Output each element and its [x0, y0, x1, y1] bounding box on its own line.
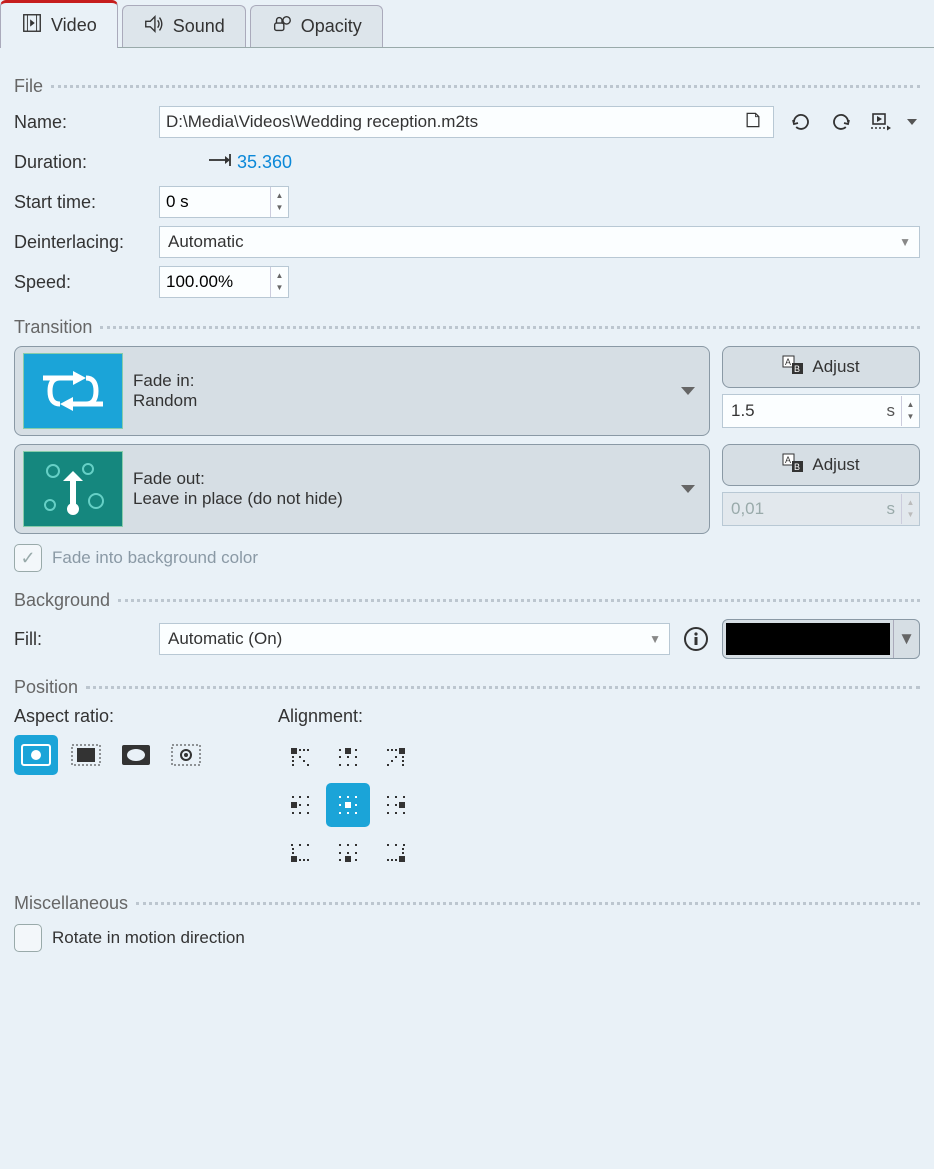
align-center[interactable]	[326, 783, 370, 827]
tab-opacity[interactable]: Opacity	[250, 5, 383, 47]
svg-text:A: A	[785, 455, 791, 465]
start-time-input[interactable]: ▲ ▼	[159, 186, 289, 218]
alignment-grid	[278, 735, 418, 875]
section-misc: Miscellaneous	[14, 893, 920, 914]
fade-out-time-input: 0,01 s ▲ ▼	[722, 492, 920, 526]
section-transition: Transition	[14, 317, 920, 338]
rotate-motion-checkbox[interactable]	[14, 924, 42, 952]
aspect-keep-button[interactable]	[14, 735, 58, 775]
tab-sound-label: Sound	[173, 16, 225, 37]
tab-sound[interactable]: Sound	[122, 5, 246, 47]
browse-file-icon[interactable]	[739, 110, 767, 135]
label-aspect: Aspect ratio:	[14, 706, 208, 727]
label-name: Name:	[14, 112, 159, 133]
align-bottom-center[interactable]	[326, 831, 370, 875]
color-dropdown-caret[interactable]: ▼	[893, 620, 919, 658]
play-range-menu-caret[interactable]	[904, 105, 920, 139]
fade-out-label: Fade out:	[133, 469, 681, 489]
duration-value[interactable]: 35.360	[237, 152, 292, 173]
section-background: Background	[14, 590, 920, 611]
background-color-picker[interactable]: ▼	[722, 619, 920, 659]
start-time-up[interactable]: ▲	[276, 190, 284, 202]
aspect-crop-button[interactable]	[64, 735, 108, 775]
chevron-down-icon	[681, 479, 695, 499]
align-top-center[interactable]	[326, 735, 370, 779]
align-mid-right[interactable]	[374, 783, 418, 827]
align-top-left[interactable]	[278, 735, 322, 779]
video-film-icon	[21, 12, 43, 39]
fill-select[interactable]: Automatic (On) ▼	[159, 623, 670, 655]
fade-out-thumbnail	[23, 451, 123, 527]
tab-video-label: Video	[51, 15, 97, 36]
aspect-stretch-button[interactable]	[114, 735, 158, 775]
fade-in-time-up[interactable]: ▲	[907, 399, 915, 411]
rotate-ccw-button[interactable]	[784, 105, 818, 139]
speaker-icon	[143, 13, 165, 40]
chevron-down-icon	[681, 381, 695, 401]
rotate-motion-label: Rotate in motion direction	[52, 928, 245, 948]
info-icon[interactable]	[680, 623, 712, 655]
tab-bar: Video Sound Opacity	[0, 0, 934, 48]
fade-out-selector[interactable]: Fade out: Leave in place (do not hide)	[14, 444, 710, 534]
duration-marker-icon	[209, 152, 231, 173]
adjust-ab-icon: AB	[782, 355, 804, 380]
svg-text:A: A	[785, 357, 791, 367]
align-bottom-left[interactable]	[278, 831, 322, 875]
label-fill: Fill:	[14, 629, 159, 650]
section-position: Position	[14, 677, 920, 698]
tab-video[interactable]: Video	[0, 0, 118, 48]
align-top-right[interactable]	[374, 735, 418, 779]
play-range-button[interactable]	[864, 105, 898, 139]
fade-bg-label: Fade into background color	[52, 548, 258, 568]
svg-text:B: B	[794, 462, 800, 472]
color-swatch-preview	[726, 623, 890, 655]
fade-out-time-up: ▲	[907, 497, 915, 509]
chevron-down-icon: ▼	[899, 235, 911, 249]
align-mid-left[interactable]	[278, 783, 322, 827]
fade-in-value: Random	[133, 391, 681, 411]
adjust-ab-icon: AB	[782, 453, 804, 478]
tab-opacity-label: Opacity	[301, 16, 362, 37]
fade-out-value: Leave in place (do not hide)	[133, 489, 681, 509]
svg-text:B: B	[794, 364, 800, 374]
aspect-fit-button[interactable]	[164, 735, 208, 775]
label-deinterlacing: Deinterlacing:	[14, 232, 159, 253]
speed-up[interactable]: ▲	[276, 270, 284, 282]
start-time-down[interactable]: ▼	[276, 202, 284, 214]
fade-in-time-input[interactable]: 1.5 s ▲ ▼	[722, 394, 920, 428]
name-input[interactable]: D:\Media\Videos\Wedding reception.m2ts	[159, 106, 774, 138]
label-start-time: Start time:	[14, 192, 159, 213]
speed-input[interactable]: ▲ ▼	[159, 266, 289, 298]
label-duration: Duration:	[14, 152, 159, 173]
label-alignment: Alignment:	[278, 706, 418, 727]
fade-in-adjust-button[interactable]: AB Adjust	[722, 346, 920, 388]
deinterlacing-select[interactable]: Automatic ▼	[159, 226, 920, 258]
section-file: File	[14, 76, 920, 97]
opacity-icon	[271, 13, 293, 40]
fade-in-thumbnail	[23, 353, 123, 429]
fade-in-selector[interactable]: Fade in: Random	[14, 346, 710, 436]
chevron-down-icon: ▼	[649, 632, 661, 646]
label-speed: Speed:	[14, 272, 159, 293]
align-bottom-right[interactable]	[374, 831, 418, 875]
fade-bg-checkbox	[14, 544, 42, 572]
fade-out-time-down: ▼	[907, 509, 915, 521]
fade-in-label: Fade in:	[133, 371, 681, 391]
fade-out-adjust-button[interactable]: AB Adjust	[722, 444, 920, 486]
speed-down[interactable]: ▼	[276, 282, 284, 294]
rotate-cw-button[interactable]	[824, 105, 858, 139]
fade-in-time-down[interactable]: ▼	[907, 411, 915, 423]
